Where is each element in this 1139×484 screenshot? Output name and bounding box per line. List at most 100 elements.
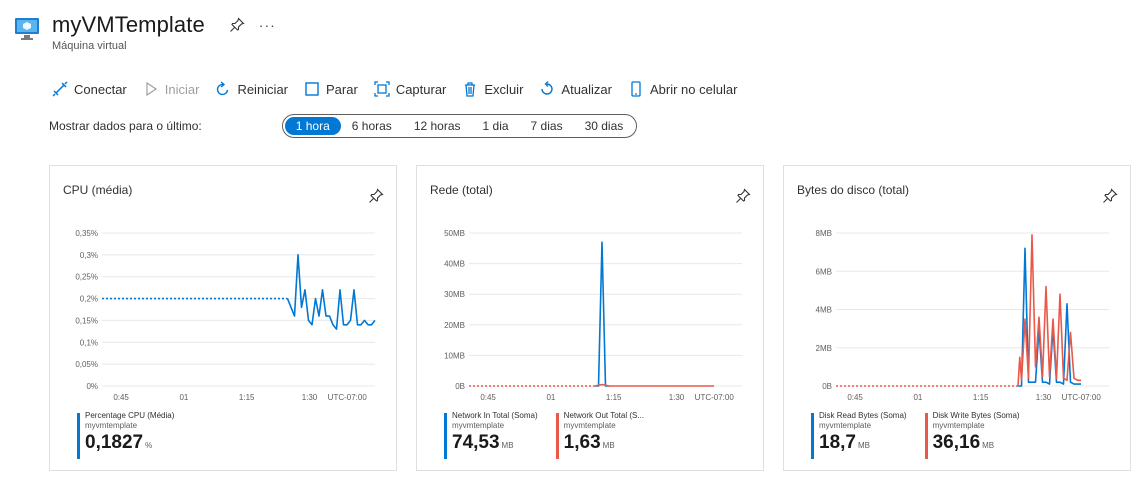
title-row: myVMTemplate ··· bbox=[52, 12, 276, 38]
x-tick-label: 01 bbox=[546, 393, 555, 402]
disk-chart-card[interactable]: Bytes do disco (total) 0B 2MB 4MB 6MB 8MB 0:4… bbox=[783, 165, 1131, 471]
time-range-row: Mostrar dados para o último: 1 hora 6 ho… bbox=[49, 114, 638, 138]
connect-label: Conectar bbox=[74, 81, 127, 97]
y-tick-label: 6MB bbox=[816, 267, 832, 276]
series-line bbox=[286, 254, 376, 330]
open-mobile-button[interactable]: Abrir no celular bbox=[628, 81, 737, 97]
network-chart-card[interactable]: Rede (total) 0B 10MB 20MB 30MB 40MB 50MB 0:45 0… bbox=[416, 165, 764, 471]
y-tick-label: 2MB bbox=[816, 344, 832, 353]
y-tick-label: 0,05% bbox=[75, 360, 98, 369]
legend-series-name: Network In Total (Soma) bbox=[452, 411, 538, 420]
time-option-30d[interactable]: 30 dias bbox=[574, 117, 635, 135]
x-tick-label: 1:15 bbox=[606, 393, 622, 402]
stop-button[interactable]: Parar bbox=[304, 81, 358, 97]
delete-label: Excluir bbox=[484, 81, 524, 97]
time-option-6h[interactable]: 6 horas bbox=[341, 117, 403, 135]
y-tick-label: 0,15% bbox=[75, 316, 98, 325]
trash-icon bbox=[465, 82, 476, 97]
y-tick-label: 0,2% bbox=[80, 295, 98, 304]
play-icon bbox=[146, 81, 157, 97]
x-tick-label: UTC-07:00 bbox=[328, 393, 368, 402]
x-tick-label: 0:45 bbox=[113, 393, 129, 402]
x-tick-label: 1:30 bbox=[302, 393, 318, 402]
chart-legend: Percentage CPU (Média) myvmtemplate 0,18… bbox=[77, 411, 192, 459]
y-tick-label: 30MB bbox=[444, 290, 465, 299]
stop-icon bbox=[305, 82, 319, 96]
legend-item: Network Out Total (S... myvmtemplate 1,6… bbox=[555, 411, 644, 459]
open-mobile-label: Abrir no celular bbox=[649, 81, 738, 97]
restart-icon bbox=[217, 81, 229, 96]
legend-series-name: Disk Read Bytes (Soma) bbox=[819, 411, 907, 420]
legend-series-name: Disk Write Bytes (Soma) bbox=[932, 411, 1020, 420]
legend-unit: MB bbox=[982, 441, 995, 450]
start-button[interactable]: Iniciar bbox=[143, 81, 199, 97]
series-line bbox=[1017, 234, 1081, 387]
time-option-12h[interactable]: 12 horas bbox=[403, 117, 472, 135]
legend-value: 18,7 bbox=[819, 432, 856, 453]
legend-value: 0,1827 bbox=[85, 432, 144, 453]
delete-button[interactable]: Excluir bbox=[462, 81, 523, 97]
time-range-label: Mostrar dados para o último: bbox=[49, 119, 202, 133]
refresh-label: Atualizar bbox=[561, 81, 612, 97]
restart-button[interactable]: Reiniciar bbox=[215, 81, 288, 97]
pin-icon[interactable] bbox=[735, 188, 751, 204]
time-option-1d[interactable]: 1 dia bbox=[472, 117, 520, 135]
restart-label: Reiniciar bbox=[237, 81, 289, 97]
x-tick-label: 0:45 bbox=[480, 393, 496, 402]
disk-line-chart: 0B 2MB 4MB 6MB 8MB 0:45 01 1:15 1:30 UTC-07:00 bbox=[816, 229, 1109, 402]
y-tick-label: 0B bbox=[822, 382, 832, 391]
legend-unit: MB bbox=[602, 441, 615, 450]
more-options-button[interactable]: ··· bbox=[259, 17, 276, 33]
time-range-selector: 1 hora 6 horas 12 horas 1 dia 7 dias 30 … bbox=[281, 114, 638, 138]
y-tick-label: 0,3% bbox=[80, 251, 98, 260]
legend-unit: % bbox=[145, 441, 153, 450]
capture-label: Capturar bbox=[395, 81, 447, 97]
title-block: myVMTemplate ··· Máquina virtual bbox=[52, 12, 276, 52]
pin-icon[interactable] bbox=[1102, 188, 1118, 204]
y-tick-label: 8MB bbox=[816, 229, 832, 238]
chart-title: CPU (média) bbox=[63, 183, 133, 197]
legend-series-name: Network Out Total (S... bbox=[563, 411, 644, 420]
legend-item: Network In Total (Soma) myvmtemplate 74,… bbox=[444, 411, 538, 459]
page-title: myVMTemplate bbox=[52, 12, 205, 37]
pin-icon[interactable] bbox=[368, 188, 384, 204]
time-option-1h[interactable]: 1 hora bbox=[284, 117, 341, 135]
legend-item: Disk Read Bytes (Soma) myvmtemplate 18,7… bbox=[811, 411, 907, 459]
x-tick-label: UTC-07:00 bbox=[695, 393, 735, 402]
legend-unit: MB bbox=[857, 441, 870, 450]
refresh-button[interactable]: Atualizar bbox=[539, 81, 612, 97]
stop-label: Parar bbox=[326, 81, 358, 97]
legend-resource: myvmtemplate bbox=[452, 421, 505, 430]
legend-item: Percentage CPU (Média) myvmtemplate 0,18… bbox=[77, 411, 174, 459]
y-tick-label: 0,1% bbox=[80, 338, 98, 347]
refresh-icon bbox=[541, 81, 554, 95]
capture-button[interactable]: Capturar bbox=[374, 81, 447, 97]
x-tick-label: 1:30 bbox=[1036, 393, 1052, 402]
legend-color-bar bbox=[444, 413, 447, 459]
chart-title: Rede (total) bbox=[430, 183, 493, 197]
legend-color-bar bbox=[555, 413, 559, 459]
mobile-icon bbox=[631, 81, 641, 97]
chart-legend: Network In Total (Soma) myvmtemplate 74,… bbox=[444, 411, 662, 459]
series-line bbox=[594, 383, 714, 387]
x-tick-label: 01 bbox=[179, 393, 188, 402]
x-tick-label: 1:30 bbox=[669, 393, 685, 402]
y-tick-label: 4MB bbox=[816, 306, 832, 315]
y-tick-label: 50MB bbox=[444, 229, 465, 238]
time-option-7d[interactable]: 7 dias bbox=[520, 117, 574, 135]
y-tick-label: 40MB bbox=[444, 260, 465, 269]
chart-title: Bytes do disco (total) bbox=[797, 183, 910, 197]
x-tick-label: UTC-07:00 bbox=[1062, 393, 1102, 402]
legend-color-bar bbox=[924, 413, 928, 459]
legend-value: 1,63 bbox=[563, 432, 601, 453]
y-tick-label: 0% bbox=[86, 382, 98, 391]
legend-value: 74,53 bbox=[452, 432, 500, 453]
connect-icon bbox=[52, 81, 68, 97]
capture-icon bbox=[374, 81, 390, 97]
y-tick-label: 0B bbox=[455, 382, 465, 391]
connect-button[interactable]: Conectar bbox=[52, 81, 127, 97]
pin-icon[interactable] bbox=[229, 17, 245, 33]
cpu-chart-card[interactable]: CPU (média) 0% 0,05% 0,1% 0,15% 0,2% 0,25% 0,3… bbox=[49, 165, 397, 471]
virtual-machine-icon bbox=[15, 18, 39, 40]
legend-item: Disk Write Bytes (Soma) myvmtemplate 36,… bbox=[924, 411, 1020, 459]
